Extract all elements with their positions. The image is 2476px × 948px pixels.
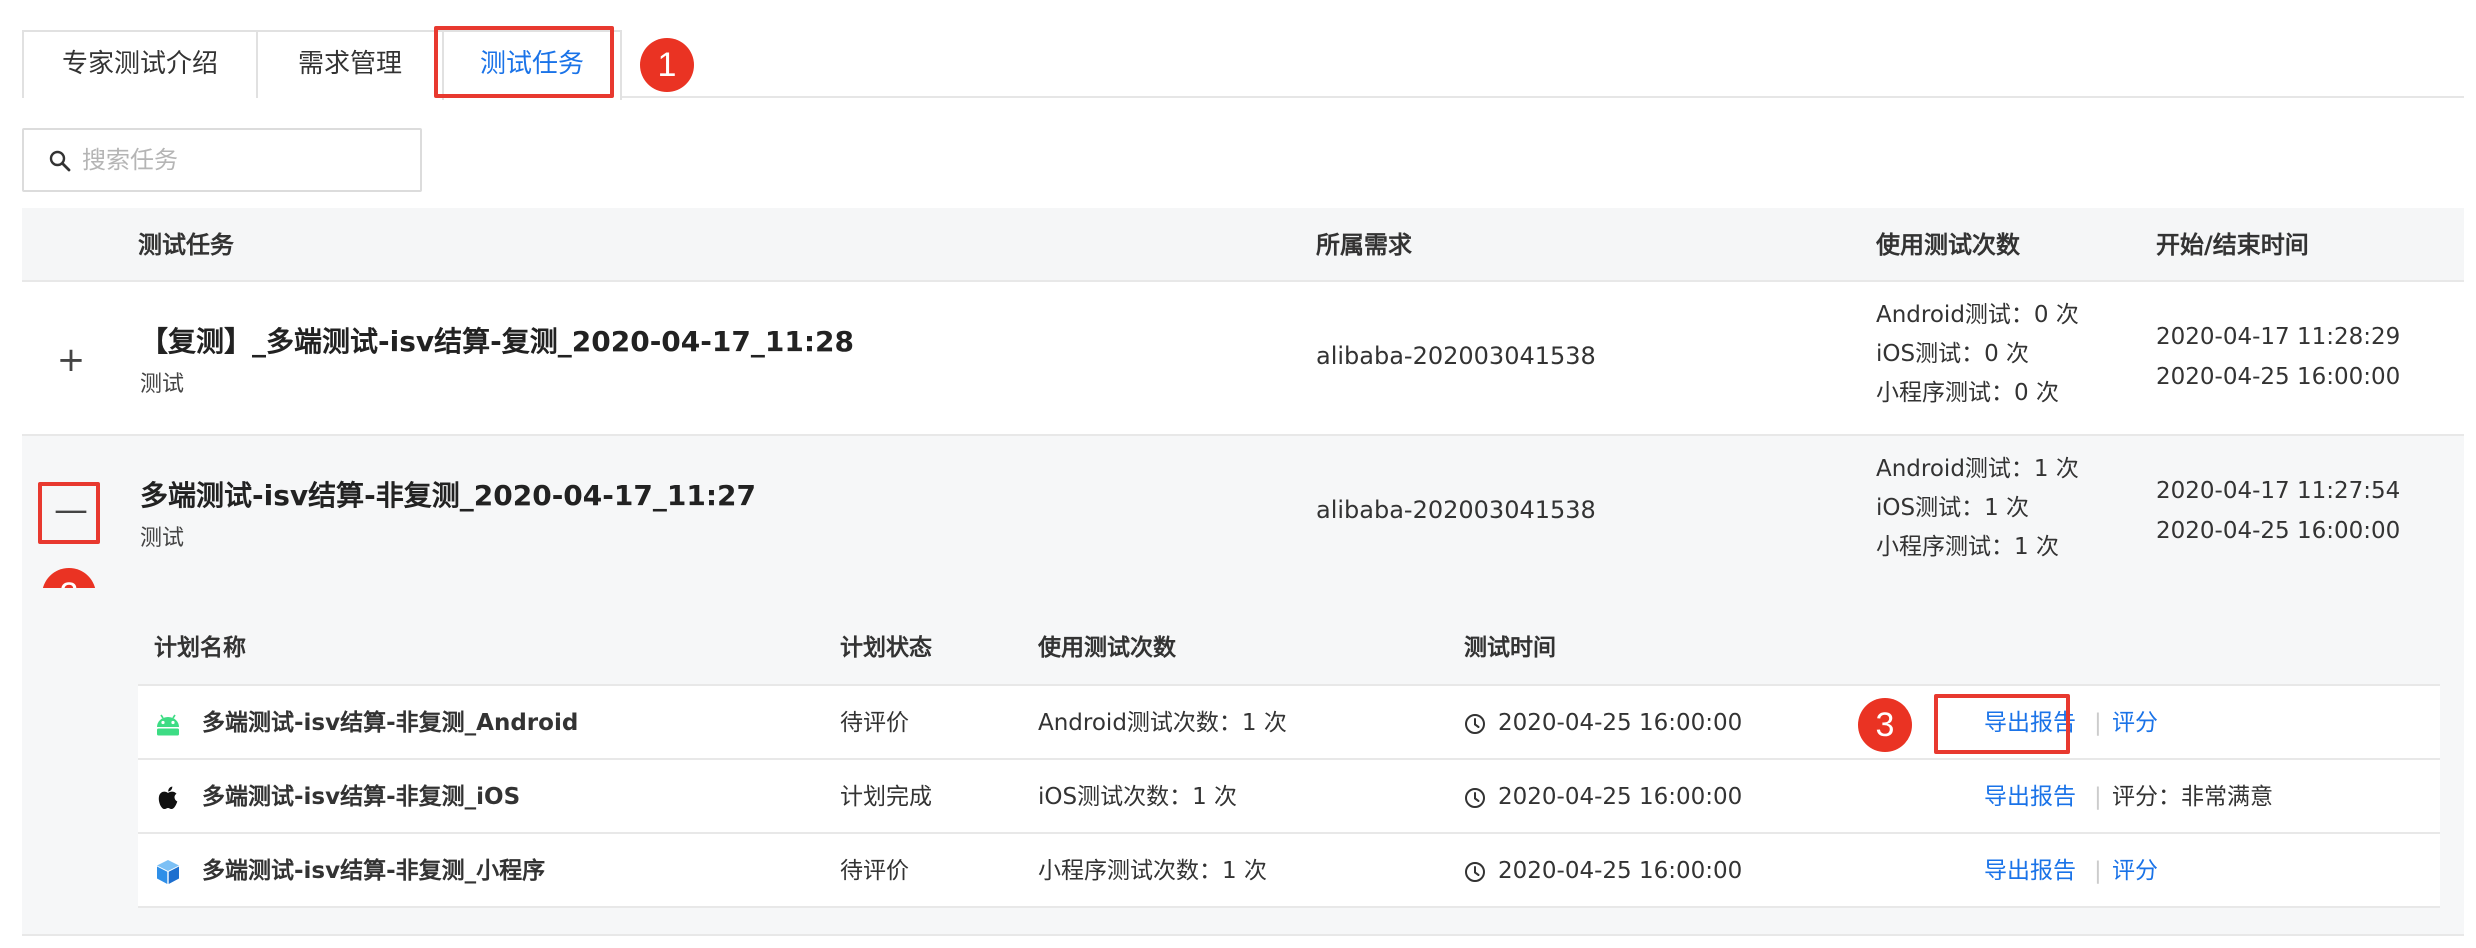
start-time: 2020-04-17 11:28:29 [2156, 324, 2401, 350]
android-count: Android测试：1 次 [1876, 456, 2079, 482]
header-plan-usage: 使用测试次数 [1038, 635, 1176, 661]
plan-usage-count: 小程序测试次数：1 次 [1038, 858, 1267, 884]
highlight-box-export [1934, 694, 2070, 754]
tab-expert-intro[interactable]: 专家测试介绍 [22, 30, 258, 98]
plan-status: 待评价 [840, 858, 909, 884]
clock-icon [1465, 714, 1485, 734]
plan-name: 多端测试-isv结算-非复测_iOS [202, 784, 521, 810]
clock-icon [1465, 788, 1485, 808]
task-subtitle: 测试 [140, 526, 185, 551]
usage-counts: Android测试：1 次 iOS测试：1 次 小程序测试：1 次 [1876, 450, 2079, 567]
header-task: 测试任务 [138, 231, 234, 259]
header-start-end-time: 开始/结束时间 [2156, 231, 2309, 259]
header-requirement: 所属需求 [1316, 231, 1412, 259]
tab-bar: 专家测试介绍 需求管理 测试任务 [22, 30, 2464, 100]
plan-name: 多端测试-isv结算-非复测_小程序 [202, 858, 546, 884]
highlight-box-tab [434, 26, 614, 98]
link-separator: | [2094, 858, 2102, 884]
plan-row: 多端测试-isv结算-非复测_iOS 计划完成 iOS测试次数：1 次 2020… [138, 760, 2440, 834]
plan-table-header: 计划名称 计划状态 使用测试次数 测试时间 [138, 610, 2440, 686]
export-report-link[interactable]: 导出报告 [1984, 834, 2076, 908]
plan-test-time: 2020-04-25 16:00:00 [1498, 710, 1743, 736]
miniprogram-count: 小程序测试：1 次 [1876, 534, 2059, 560]
task-title: 【复测】_多端测试-isv结算-复测_2020-04-17_11:28 [140, 325, 854, 358]
table-row-expanded: — 多端测试-isv结算-非复测_2020-04-17_11:27 测试 ali… [22, 436, 2464, 588]
apple-icon [158, 786, 178, 810]
clock-icon [1465, 862, 1485, 882]
task-table-header: 测试任务 所属需求 使用测试次数 开始/结束时间 [22, 208, 2464, 282]
tab-requirements[interactable]: 需求管理 [256, 30, 444, 98]
plan-status: 计划完成 [840, 784, 932, 810]
start-end-time: 2020-04-17 11:28:29 2020-04-25 16:00:00 [2156, 317, 2400, 397]
android-icon [157, 714, 179, 736]
plan-usage-count: Android测试次数：1 次 [1038, 710, 1287, 736]
rate-link[interactable]: 评分 [2112, 834, 2158, 908]
link-separator: | [2094, 710, 2102, 736]
start-time: 2020-04-17 11:27:54 [2156, 478, 2401, 504]
expand-button[interactable]: + [48, 338, 94, 384]
ios-count: iOS测试：0 次 [1876, 341, 2030, 367]
header-plan-status: 计划状态 [840, 635, 932, 661]
cube-icon [157, 860, 179, 884]
task-title: 多端测试-isv结算-非复测_2020-04-17_11:27 [140, 479, 756, 512]
marker-badge-3: 3 [1858, 698, 1912, 752]
header-plan-name: 计划名称 [154, 635, 246, 661]
plan-test-time: 2020-04-25 16:00:00 [1498, 784, 1743, 810]
end-time: 2020-04-25 16:00:00 [2156, 364, 2401, 390]
plan-panel: 计划名称 计划状态 使用测试次数 测试时间 多端测试-isv结算-非复测_And… [22, 588, 2464, 936]
requirement-id: alibaba-202003041538 [1316, 496, 1596, 524]
rate-link[interactable]: 评分 [2112, 686, 2158, 760]
plan-table: 计划名称 计划状态 使用测试次数 测试时间 多端测试-isv结算-非复测_And… [138, 610, 2440, 908]
end-time: 2020-04-25 16:00:00 [2156, 518, 2401, 544]
miniprogram-count: 小程序测试：0 次 [1876, 380, 2059, 406]
android-count: Android测试：0 次 [1876, 302, 2079, 328]
highlight-box-collapse [38, 482, 100, 544]
plan-usage-count: iOS测试次数：1 次 [1038, 784, 1238, 810]
plan-row: 多端测试-isv结算-非复测_小程序 待评价 小程序测试次数：1 次 2020-… [138, 834, 2440, 908]
search-input[interactable] [82, 140, 402, 180]
start-end-time: 2020-04-17 11:27:54 2020-04-25 16:00:00 [2156, 471, 2400, 551]
rating-result: 评分：非常满意 [2112, 784, 2273, 810]
table-row: + 【复测】_多端测试-isv结算-复测_2020-04-17_11:28 测试… [22, 282, 2464, 436]
requirement-id: alibaba-202003041538 [1316, 342, 1596, 370]
marker-badge-1: 1 [640, 38, 694, 92]
search-box[interactable] [22, 128, 422, 192]
header-test-time: 测试时间 [1464, 635, 1556, 661]
ios-count: iOS测试：1 次 [1876, 495, 2030, 521]
search-icon [49, 150, 71, 172]
plan-status: 待评价 [840, 710, 909, 736]
plan-test-time: 2020-04-25 16:00:00 [1498, 858, 1743, 884]
usage-counts: Android测试：0 次 iOS测试：0 次 小程序测试：0 次 [1876, 296, 2079, 413]
link-separator: | [2094, 784, 2102, 810]
plan-name: 多端测试-isv结算-非复测_Android [202, 710, 579, 736]
task-subtitle: 测试 [140, 372, 185, 397]
export-report-link[interactable]: 导出报告 [1984, 760, 2076, 834]
header-usage-count: 使用测试次数 [1876, 231, 2020, 259]
plan-row: 多端测试-isv结算-非复测_Android 待评价 Android测试次数：1… [138, 686, 2440, 760]
